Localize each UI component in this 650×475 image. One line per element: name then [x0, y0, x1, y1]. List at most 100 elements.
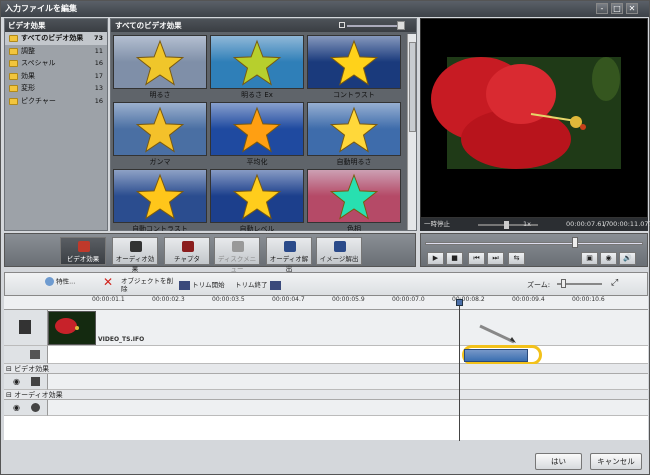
effect-label: ガンマ: [149, 158, 171, 166]
ruler-tick-label: 00:00:03.5: [212, 296, 245, 303]
category-item[interactable]: 調整 11: [5, 45, 107, 58]
category-label: 効果: [21, 71, 35, 80]
minimize-button[interactable]: -: [596, 3, 608, 14]
effect-clip[interactable]: [464, 349, 528, 362]
play-button[interactable]: ▶: [427, 252, 444, 265]
delete-object-label: オブジェクトを削除: [121, 277, 173, 293]
effects-scrollbar[interactable]: [407, 34, 416, 230]
disc-menu-button[interactable]: ディスクメニュー: [214, 237, 260, 273]
maximize-button[interactable]: □: [611, 3, 623, 14]
video-effects-button[interactable]: ビデオ効果: [60, 237, 106, 265]
ruler-tick-label: 00:00:05.9: [332, 296, 365, 303]
timeline-ruler[interactable]: 00:00:01.1 00:00:02.3 00:00:03.5 00:00:04.7…: [4, 296, 648, 310]
volume-button[interactable]: 🔊: [619, 252, 636, 265]
effect-thumbnail: [210, 102, 304, 156]
ruler-tick-label: 00:00:04.7: [272, 296, 305, 303]
eye-icon[interactable]: ◉: [13, 403, 20, 412]
image-extract-button[interactable]: イメージ解出: [316, 237, 362, 265]
seek-bar[interactable]: [425, 242, 643, 245]
next-frame-button[interactable]: ⏭: [487, 252, 504, 265]
audio-effects-button[interactable]: オーディオ効果: [112, 237, 158, 273]
category-item[interactable]: 効果 17: [5, 70, 107, 83]
window-title: 入力ファイルを編集: [1, 1, 649, 17]
star-icon: [211, 36, 303, 88]
audio-extract-button[interactable]: オーディオ解出: [266, 237, 312, 273]
effect-tile[interactable]: 平均化: [210, 102, 304, 168]
category-item[interactable]: 変形 13: [5, 82, 107, 95]
effect-thumbnail: [307, 169, 401, 223]
star-icon: [114, 36, 206, 88]
effect-label: コントラスト: [333, 91, 375, 99]
audio-effects-icon: [130, 241, 142, 252]
effect-tile[interactable]: 明るさ Ex: [210, 35, 304, 101]
image-extract-button-label: イメージ解出: [319, 255, 359, 263]
cancel-button[interactable]: キャンセル: [590, 453, 642, 470]
trim-end-label: トリム終了: [235, 281, 268, 289]
category-panel-header: ビデオ効果: [5, 19, 107, 32]
effect-tile[interactable]: ガンマ: [113, 102, 207, 168]
trim-start-icon: [179, 280, 190, 290]
snapshot-button[interactable]: ◉: [600, 252, 617, 265]
effects-scrollbar-thumb[interactable]: [409, 42, 416, 132]
effect-tile[interactable]: 明るさ: [113, 35, 207, 101]
video-effect-icon: [31, 377, 40, 386]
effect-thumbnail: [307, 102, 401, 156]
stop-button[interactable]: ■: [446, 252, 463, 265]
effect-thumbnail: [307, 35, 401, 89]
effect-label: 自動明るさ: [336, 158, 372, 166]
video-clip-thumbnail[interactable]: [48, 311, 96, 345]
audio-effects-section[interactable]: ⊟ オーディオ効果: [4, 390, 648, 400]
folder-icon: [9, 60, 18, 67]
trim-start-button[interactable]: トリム開始: [179, 277, 233, 293]
category-item[interactable]: ピクチャー 16: [5, 95, 107, 108]
close-button[interactable]: ✕: [626, 3, 638, 14]
chapter-button[interactable]: チャプタ: [164, 237, 210, 265]
effect-tile[interactable]: 色相: [307, 169, 401, 231]
loop-button[interactable]: ⇆: [508, 252, 525, 265]
category-label: ピクチャー: [21, 96, 56, 105]
effect-tile[interactable]: コントラスト: [307, 35, 401, 101]
trim-end-button[interactable]: トリム終了: [235, 277, 285, 293]
eye-icon[interactable]: ◉: [13, 377, 20, 386]
folder-icon: [9, 97, 18, 105]
category-count: 16: [94, 59, 103, 67]
ok-button[interactable]: はい: [535, 453, 582, 470]
fit-zoom-icon[interactable]: ⤢: [611, 278, 618, 288]
effect-tile[interactable]: 自動コントラスト: [113, 169, 207, 231]
category-item[interactable]: スペシャル 16: [5, 57, 107, 70]
video-effects-section-label: ビデオ効果: [14, 365, 50, 373]
star-icon: [308, 170, 400, 222]
empty-track-area: [4, 416, 648, 440]
video-effects-section[interactable]: ⊟ ビデオ効果: [4, 364, 648, 374]
category-label: すべてのビデオ効果: [21, 34, 84, 42]
audio-effects-section-label: オーディオ効果: [14, 391, 63, 399]
previous-frame-button[interactable]: ⏮: [468, 252, 485, 265]
delete-icon: ✕: [103, 275, 114, 289]
category-count: 73: [93, 34, 103, 42]
timeline-toolbar: 特性... ✕ オブジェクトを削除 トリム開始 トリム終了 ズーム: ⤢: [4, 272, 648, 296]
category-item[interactable]: すべてのビデオ効果 73: [5, 32, 107, 45]
clip-name: VIDEO_TS.IFO: [98, 336, 145, 343]
fullscreen-button[interactable]: ▣: [581, 252, 598, 265]
effect-thumbnail: [210, 169, 304, 223]
effect-label: 自動レベル: [239, 225, 275, 231]
preview-status-bar: 一時停止 1x 00:00:07.617 / 00:00:11.077: [420, 218, 650, 231]
thumbnail-size-knob[interactable]: [397, 21, 405, 30]
category-label: 調整: [21, 46, 35, 55]
time-separator: /: [604, 220, 607, 228]
effect-tile[interactable]: 自動レベル: [210, 169, 304, 231]
playhead-line[interactable]: [459, 299, 460, 441]
video-track-header: [4, 310, 48, 346]
properties-button[interactable]: 特性...: [45, 277, 95, 293]
seek-knob[interactable]: [571, 237, 578, 248]
audio-effects-track-header: ◉: [4, 400, 48, 416]
trim-start-label: トリム開始: [192, 281, 225, 289]
playhead-handle[interactable]: [456, 299, 463, 306]
speed-slider-knob[interactable]: [504, 221, 509, 229]
effect-tile[interactable]: 自動明るさ: [307, 102, 401, 168]
effects-panel-header: すべてのビデオ効果: [111, 19, 416, 32]
folder-icon: [9, 72, 18, 80]
zoom-slider-knob[interactable]: [561, 279, 566, 288]
effect-label: 明るさ: [149, 91, 171, 99]
ruler-tick-label: 00:00:07.0: [392, 296, 425, 303]
